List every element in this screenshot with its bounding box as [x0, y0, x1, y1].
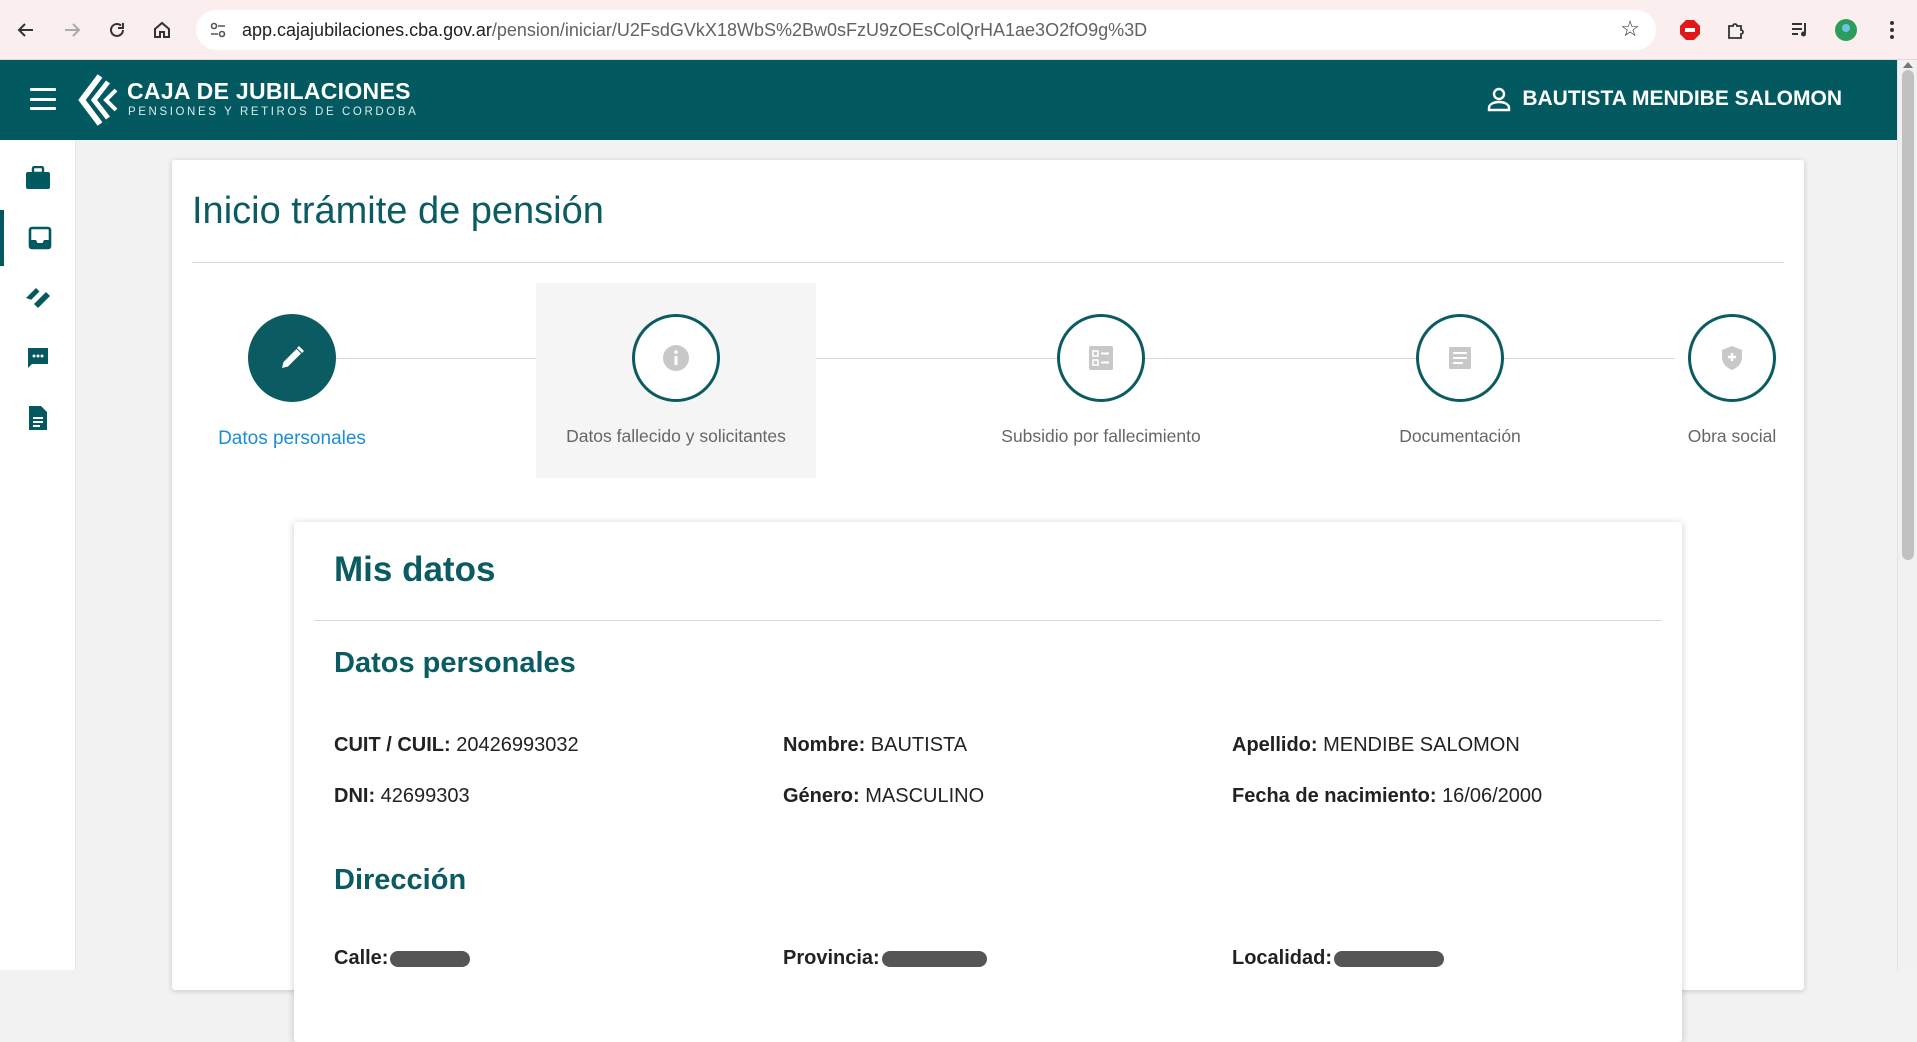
mis-datos-title: Mis datos	[334, 550, 496, 589]
sidebar-item-briefcase[interactable]	[0, 150, 76, 206]
page-title: Inicio trámite de pensión	[192, 190, 604, 232]
sidebar	[0, 140, 76, 970]
chat-icon	[28, 348, 48, 368]
menu-hamburger-icon[interactable]	[30, 88, 56, 110]
brand-subtitle: PENSIONES Y RETIROS DE CORDOBA	[128, 106, 419, 118]
shield-icon	[1722, 346, 1742, 370]
pencil-icon	[282, 346, 304, 368]
bookmark-star-icon[interactable]: ☆	[1620, 16, 1640, 42]
mis-datos-divider	[314, 620, 1662, 621]
fecha-label: Fecha de nacimiento:	[1232, 785, 1437, 807]
step-circle	[1416, 314, 1504, 402]
apellido-value: MENDIBE SALOMON	[1323, 734, 1520, 756]
media-controls-icon[interactable]	[1784, 14, 1816, 46]
url-path: /pension/iniciar/U2FsdGVkX18WbS%2Bw0sFzU…	[491, 19, 1148, 40]
home-button[interactable]	[146, 14, 178, 46]
redacted-value	[1334, 950, 1445, 967]
handshake-icon	[26, 288, 50, 308]
browser-menu-icon[interactable]	[1876, 14, 1908, 46]
step-label: Datos fallecido y solicitantes	[566, 426, 786, 446]
scrollbar-thumb[interactable]	[1902, 70, 1914, 560]
caja-logo-icon	[78, 74, 118, 126]
nombre-label: Nombre:	[783, 734, 866, 756]
localidad-label: Localidad:	[1232, 947, 1333, 969]
nombre-value: BAUTISTA	[870, 734, 968, 756]
sidebar-item-documents[interactable]	[0, 390, 76, 446]
url-text: app.cajajubilaciones.cba.gov.ar/pension/…	[242, 20, 1147, 41]
field-nombre: Nombre: BAUTISTA	[783, 734, 967, 757]
reload-button[interactable]	[101, 14, 133, 46]
info-icon	[663, 345, 689, 371]
cuit-value: 20426993032	[456, 734, 579, 756]
apellido-label: Apellido:	[1232, 734, 1318, 756]
document-icon	[1449, 347, 1471, 369]
mis-datos-card: Mis datos Datos personales CUIT / CUIL: …	[294, 522, 1682, 1042]
dni-value: 42699303	[380, 785, 470, 807]
puzzle-extensions-icon[interactable]	[1720, 14, 1752, 46]
stepper: Datos personales Datos fallecido y solic…	[172, 283, 1804, 483]
reload-icon	[110, 22, 124, 37]
step-documentacion[interactable]: Documentación	[1360, 283, 1560, 478]
back-button[interactable]	[10, 14, 42, 46]
profile-avatar-icon[interactable]	[1830, 14, 1862, 46]
field-fecha-nacimiento: Fecha de nacimiento: 16/06/2000	[1232, 785, 1542, 808]
sidebar-item-messages[interactable]	[0, 330, 76, 386]
adblock-extension-icon[interactable]	[1674, 14, 1706, 46]
inbox-icon	[28, 226, 52, 250]
step-label: Obra social	[1687, 426, 1777, 446]
redacted-value	[390, 950, 471, 967]
genero-value: MASCULINO	[865, 785, 985, 807]
brand-title: CAJA DE JUBILACIONES	[127, 78, 411, 104]
scroll-up-arrow-icon[interactable]	[1903, 62, 1913, 68]
sidebar-item-inbox[interactable]	[0, 210, 76, 266]
dni-label: DNI:	[334, 785, 376, 807]
step-label: Datos personales	[218, 428, 366, 449]
user-menu[interactable]: BAUTISTA MENDIBE SALOMON	[1486, 86, 1842, 112]
cuit-label: CUIT / CUIL:	[334, 734, 451, 756]
list-icon	[1089, 346, 1113, 370]
field-calle: Calle:	[334, 947, 471, 970]
step-label: Documentación	[1399, 426, 1521, 446]
field-dni: DNI: 42699303	[334, 785, 470, 808]
step-datos-personales[interactable]: Datos personales	[202, 283, 382, 478]
field-genero: Género: MASCULINO	[783, 785, 984, 808]
site-info-icon[interactable]	[204, 16, 232, 44]
main-card: Inicio trámite de pensión Datos personal…	[172, 160, 1804, 1042]
step-subsidio[interactable]: Subsidio por fallecimiento	[961, 283, 1241, 478]
step-label: Subsidio por fallecimiento	[1001, 426, 1201, 446]
field-cuit: CUIT / CUIL: 20426993032	[334, 734, 579, 757]
title-divider	[192, 262, 1784, 263]
calle-label: Calle:	[334, 947, 389, 969]
field-localidad: Localidad:	[1232, 947, 1445, 970]
url-host: app.cajajubilaciones.cba.gov.ar	[242, 19, 492, 40]
step-circle	[1057, 314, 1145, 402]
briefcase-icon	[26, 166, 50, 189]
fecha-value: 16/06/2000	[1442, 785, 1543, 807]
address-bar[interactable]: app.cajajubilaciones.cba.gov.ar/pension/…	[196, 10, 1656, 50]
provincia-label: Provincia:	[783, 947, 880, 969]
field-provincia: Provincia:	[783, 947, 987, 970]
browser-toolbar: app.cajajubilaciones.cba.gov.ar/pension/…	[0, 0, 1917, 60]
genero-label: Género:	[783, 785, 860, 807]
step-circle	[248, 314, 336, 402]
step-circle	[632, 314, 720, 402]
field-apellido: Apellido: MENDIBE SALOMON	[1232, 734, 1520, 757]
step-obra-social[interactable]: Obra social	[1652, 283, 1812, 478]
section-direccion: Dirección	[334, 864, 467, 896]
step-datos-fallecido[interactable]: Datos fallecido y solicitantes	[536, 283, 816, 478]
user-name: BAUTISTA MENDIBE SALOMON	[1522, 87, 1842, 110]
forward-button[interactable]	[56, 14, 88, 46]
page-scrollbar[interactable]	[1897, 60, 1917, 970]
document-icon	[29, 406, 47, 430]
arrow-right-icon	[65, 23, 81, 37]
section-datos-personales: Datos personales	[334, 647, 576, 679]
arrow-left-icon	[17, 23, 33, 37]
home-icon	[154, 21, 170, 38]
redacted-value	[881, 950, 987, 967]
sidebar-item-handshake[interactable]	[0, 270, 76, 326]
app-header: CAJA DE JUBILACIONES PENSIONES Y RETIROS…	[0, 60, 1897, 140]
user-icon	[1488, 87, 1511, 112]
step-circle	[1688, 314, 1776, 402]
